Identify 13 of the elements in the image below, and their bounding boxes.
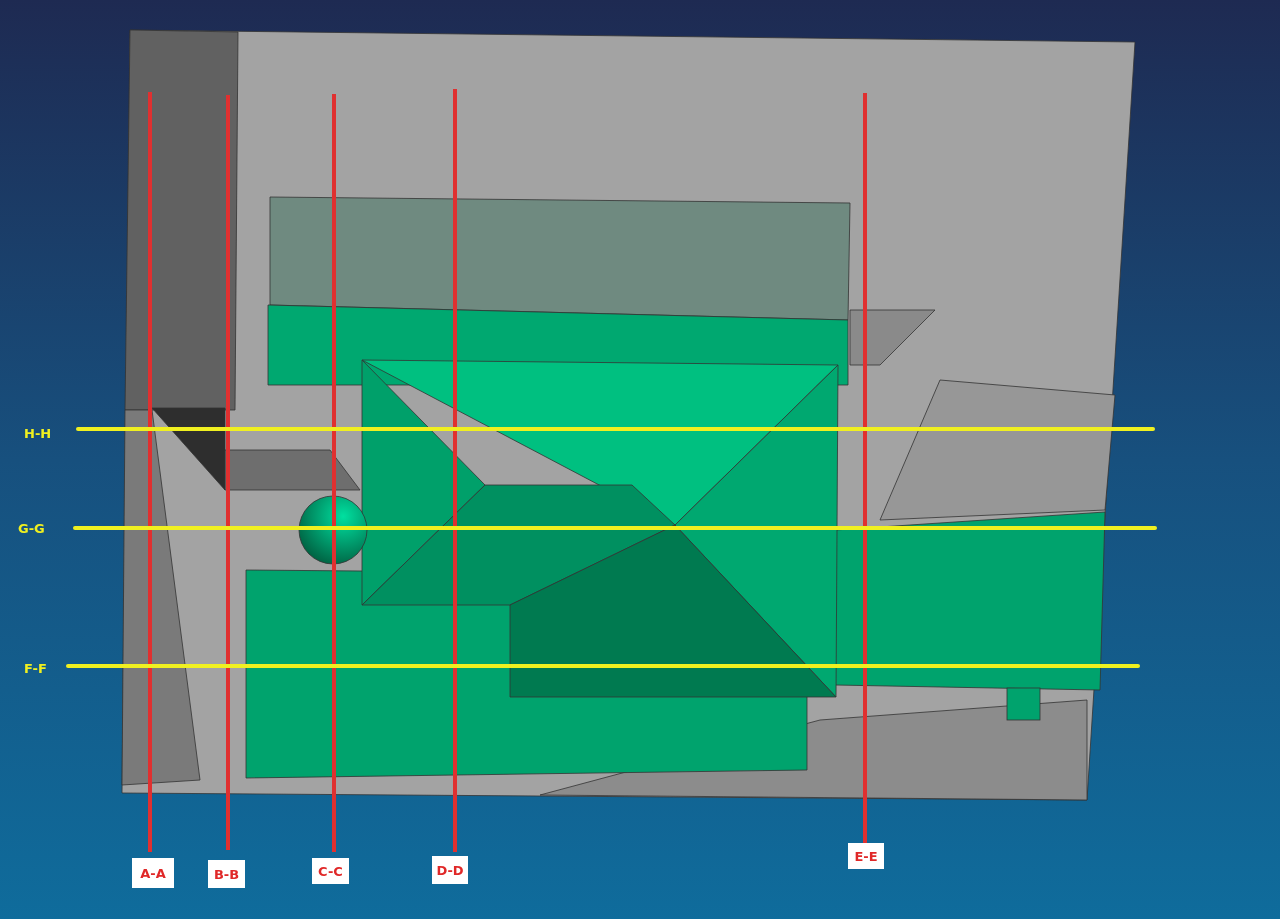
section-label: F-F [24, 661, 47, 676]
section-label: H-H [24, 426, 52, 441]
section-label: D-D [436, 863, 464, 878]
label-background [132, 858, 174, 888]
section-label: E-E [854, 849, 878, 864]
section-label: A-A [140, 866, 166, 881]
section-label: G-G [18, 521, 45, 536]
section-label: C-C [318, 864, 343, 879]
label-background [432, 856, 468, 884]
section-label: B-B [213, 867, 240, 882]
label-background [312, 858, 349, 884]
label-background [208, 860, 245, 888]
label-background [848, 843, 884, 869]
